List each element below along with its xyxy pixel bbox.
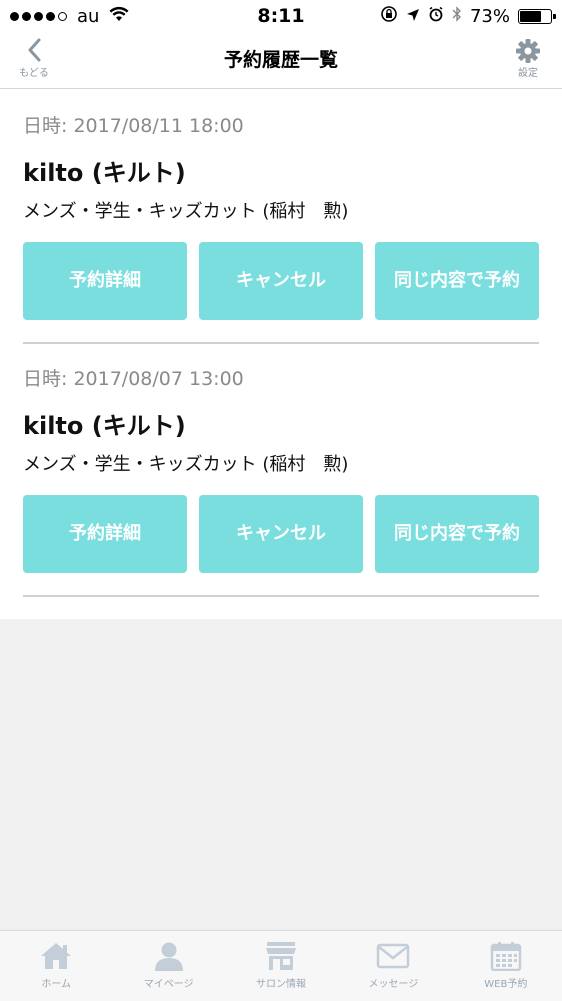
- tab-mypage[interactable]: マイページ: [112, 931, 224, 1001]
- reservation-date: 日時: 2017/08/11 18:00: [23, 115, 244, 137]
- tab-home[interactable]: ホーム: [0, 931, 112, 1001]
- rotation-lock-icon: [380, 5, 398, 28]
- tab-bar: ホーム マイページ サロン情報 メッセージ WEB予約: [0, 930, 562, 1001]
- settings-label: 設定: [518, 68, 538, 79]
- home-icon: [41, 943, 72, 969]
- reservation-shop: kilto (キルト): [23, 412, 186, 440]
- status-bar: au 8:11 73%: [0, 0, 562, 32]
- location-icon: [406, 6, 420, 27]
- tab-label: ホーム: [41, 979, 72, 990]
- reservation-date: 日時: 2017/08/07 13:00: [23, 368, 244, 390]
- tab-label: WEB予約: [484, 979, 528, 990]
- battery-icon: [518, 8, 556, 24]
- gear-icon: [516, 39, 540, 63]
- reservation-menu: メンズ・学生・キッズカット (稲村 勲): [23, 454, 349, 475]
- tab-label: マイページ: [143, 979, 194, 990]
- cancel-button[interactable]: キャンセル: [199, 495, 363, 573]
- alarm-icon: [428, 6, 444, 27]
- reservation-list: 日時: 2017/08/11 18:00 kilto (キルト) メンズ・学生・…: [0, 89, 562, 619]
- tab-label: メッセージ: [368, 979, 419, 990]
- reservation-item: 日時: 2017/08/07 13:00 kilto (キルト) メンズ・学生・…: [23, 342, 539, 597]
- navigation-bar: もどる 予約履歴一覧 設定: [0, 32, 562, 89]
- cancel-button[interactable]: キャンセル: [199, 242, 363, 320]
- reservation-item: 日時: 2017/08/11 18:00 kilto (キルト) メンズ・学生・…: [23, 89, 539, 344]
- reservation-detail-button[interactable]: 予約詳細: [23, 242, 187, 320]
- envelope-icon: [377, 943, 410, 969]
- page-title: 予約履歴一覧: [223, 49, 338, 71]
- shop-icon: [266, 942, 297, 970]
- bluetooth-icon: [452, 5, 462, 28]
- battery-percentage: 73%: [469, 5, 510, 27]
- status-right: 73%: [380, 0, 556, 32]
- reservation-shop: kilto (キルト): [23, 159, 186, 187]
- rebook-button[interactable]: 同じ内容で予約: [375, 242, 539, 320]
- reservation-menu: メンズ・学生・キッズカット (稲村 勲): [23, 201, 349, 222]
- calendar-icon: [490, 942, 522, 971]
- tab-message[interactable]: メッセージ: [337, 931, 449, 1001]
- reservation-detail-button[interactable]: 予約詳細: [23, 495, 187, 573]
- settings-button[interactable]: 設定: [508, 36, 548, 84]
- person-icon: [154, 942, 183, 971]
- tab-label: サロン情報: [256, 979, 307, 990]
- tab-web-reservation[interactable]: WEB予約: [450, 931, 562, 1001]
- tab-salon-info[interactable]: サロン情報: [225, 931, 337, 1001]
- rebook-button[interactable]: 同じ内容で予約: [375, 495, 539, 573]
